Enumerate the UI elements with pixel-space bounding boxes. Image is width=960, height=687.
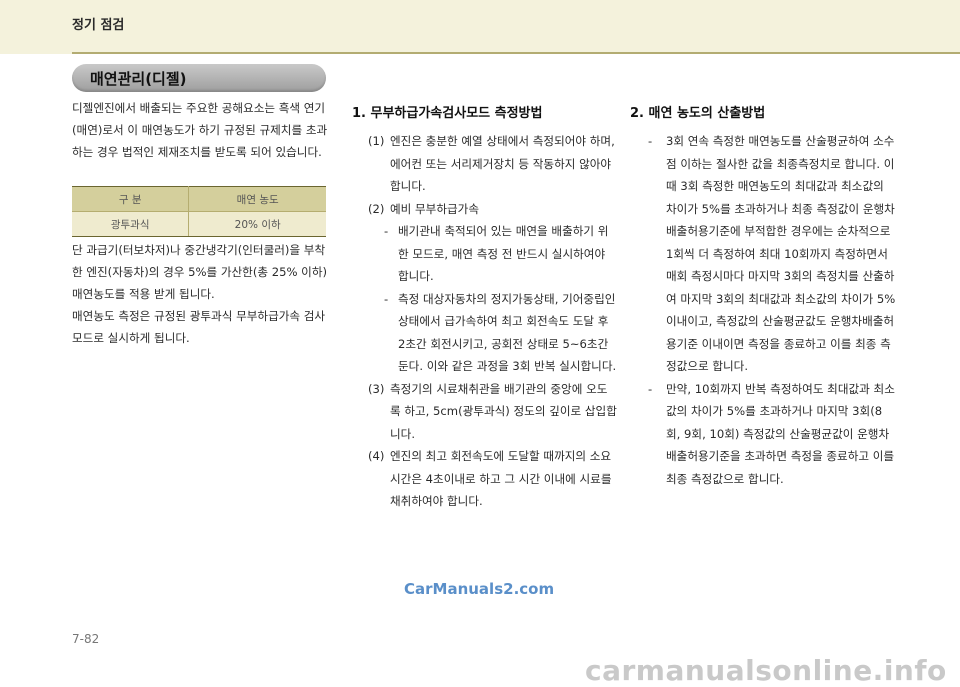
list-marker: - [384,224,389,238]
measurement-note: 매연농도 측정은 규정된 광투과식 무부하급가속 검사모드로 실시하게 됩니다. [72,309,326,345]
table-header-row: 구 분 매연 농도 [72,186,326,212]
list-item: (3) 측정기의 시료채취관을 배기관의 중앙에 오도록 하고, 5cm(광투과… [352,378,618,446]
list-item: - 배기관내 축적되어 있는 매연을 배출하기 위한 모드로, 매연 측정 전 … [352,220,618,288]
list-marker: (3) [368,381,385,396]
section-title: 매연관리(디젤) [90,70,187,88]
list-marker: - [648,381,653,396]
table-cell: 광투과식 [72,211,190,237]
emission-table: 구 분 매연 농도 광투과식 20% 이하 [72,186,326,237]
list-text: 측정 대상자동차의 정지가동상태, 기어중립인 상태에서 급가속하여 최고 회전… [398,291,617,374]
list-marker: (1) [368,134,385,148]
list-text: 엔진의 최고 회전속도에 도달할 때까지의 소요시간은 4초이내로 하고 그 시… [390,449,612,508]
list-text: 예비 무부하급가속 [390,201,480,216]
list-text: 측정기의 시료채취관을 배기관의 중앙에 오도록 하고, 5cm(광투과식) 정… [390,381,617,441]
list-item: (2) 예비 무부하급가속 [352,198,618,221]
header-divider [72,52,960,54]
list-text: 배기관내 축적되어 있는 매연을 배출하기 위한 모드로, 매연 측정 전 반드… [398,224,609,283]
table-cell: 20% 이하 [188,211,326,237]
method-heading: 1. 무부하급가속검사모드 측정방법 [352,106,543,121]
list-item: (4) 엔진의 최고 회전속도에 도달할 때까지의 소요시간은 4초이내로 하고… [352,445,618,513]
list-marker: (4) [368,449,385,463]
list-marker: - [384,291,389,306]
list-item: (1) 엔진은 충분한 예열 상태에서 측정되어야 하며, 에어컨 또는 서리제… [352,130,618,198]
table-header-cell: 매연 농도 [188,186,326,212]
list-marker: (2) [368,201,385,216]
chapter-title: 정기 점검 [72,18,125,33]
list-text: 엔진은 충분한 예열 상태에서 측정되어야 하며, 에어컨 또는 서리제거장치 … [390,134,615,193]
measurement-method-column: 1. 무부하급가속검사모드 측정방법 (1) 엔진은 충분한 예열 상태에서 측… [352,104,618,513]
footer-watermark: carmanualsonline.info [585,654,947,687]
page-number: 7-82 [72,632,100,646]
table-row: 광투과식 20% 이하 [72,211,326,237]
list-item: - 측정 대상자동차의 정지가동상태, 기어중립인 상태에서 급가속하여 최고 … [352,288,618,378]
intro-paragraph: 디젤엔진에서 배출되는 주요한 공해요소는 흑색 연기(매연)로서 이 매연농도… [72,101,328,159]
calculation-heading: 2. 매연 농도의 산출방법 [630,106,766,121]
list-item: - 만약, 10회까지 반복 측정하여도 최대값과 최소값의 차이가 5%를 초… [630,378,896,491]
page-header: 정기 점검 [0,0,960,54]
watermark-link[interactable]: CarManuals2.com [404,580,554,598]
list-text: 3회 연속 측정한 매연농도를 산술평균하여 소수점 이하는 절사한 값을 최종… [666,134,896,373]
list-marker: - [648,134,653,148]
list-text: 만약, 10회까지 반복 측정하여도 최대값과 최소값의 차이가 5%를 초과하… [666,381,895,486]
table-header-cell: 구 분 [72,186,190,212]
turbo-note: 단 과급기(터보차저)나 중간냉각기(인터쿨러)을 부착한 엔진(자동차)의 경… [72,243,328,301]
section-title-pill: 매연관리(디젤) [72,64,326,92]
list-item: - 3회 연속 측정한 매연농도를 산술평균하여 소수점 이하는 절사한 값을 … [630,130,896,378]
calculation-method-column: 2. 매연 농도의 산출방법 - 3회 연속 측정한 매연농도를 산술평균하여 … [630,104,896,490]
